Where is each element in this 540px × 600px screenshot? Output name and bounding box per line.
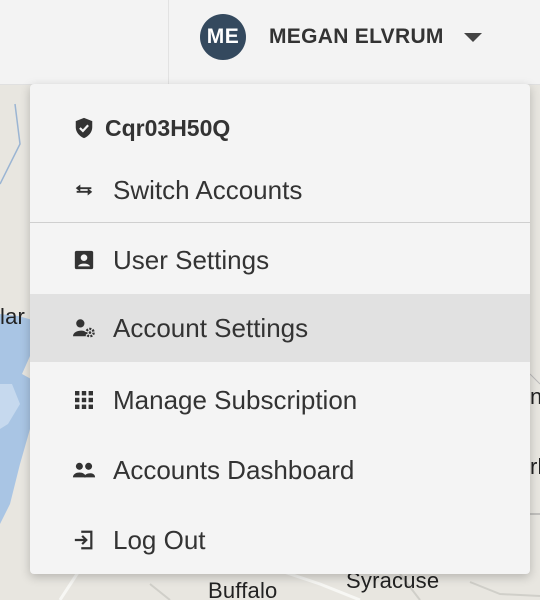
account-id: Cqr03H50Q: [105, 114, 231, 141]
account-settings-label: Account Settings: [113, 312, 309, 343]
avatar: ME: [200, 14, 246, 60]
logout-icon: [72, 528, 96, 552]
map-label-buffalo: Buffalo: [208, 578, 278, 600]
user-gear-icon: [72, 316, 96, 340]
grid-icon: [72, 388, 96, 412]
account-settings-item[interactable]: Account Settings: [30, 294, 530, 362]
switch-accounts-label: Switch Accounts: [113, 174, 303, 205]
verified-shield-icon: [72, 116, 96, 140]
user-dropdown-menu: Cqr03H50Q Switch Accounts User Settings …: [30, 84, 530, 574]
user-card-icon: [72, 248, 96, 272]
topbar-divider: [168, 0, 169, 84]
map-label-city: lar: [0, 304, 26, 329]
user-settings-label: User Settings: [113, 244, 270, 275]
manage-subscription-label: Manage Subscription: [113, 384, 358, 415]
accounts-dashboard-label: Accounts Dashboard: [113, 454, 355, 485]
log-out-item[interactable]: Log Out: [30, 506, 530, 574]
chevron-down-icon: [463, 32, 482, 42]
users-icon: [72, 458, 96, 482]
accounts-dashboard-item[interactable]: Accounts Dashboard: [30, 436, 530, 504]
top-bar: ME MEGAN ELVRUM: [0, 0, 540, 85]
map-label-city: rl: [530, 454, 540, 479]
switch-accounts-item[interactable]: Switch Accounts: [30, 156, 530, 224]
log-out-label: Log Out: [113, 524, 206, 555]
swap-arrows-icon: [72, 178, 96, 202]
menu-divider: [30, 222, 530, 223]
user-menu-toggle[interactable]: ME MEGAN ELVRUM: [200, 14, 482, 60]
current-account: Cqr03H50Q: [30, 94, 530, 162]
manage-subscription-item[interactable]: Manage Subscription: [30, 366, 530, 434]
map-label-city: nt: [530, 384, 540, 409]
user-settings-item[interactable]: User Settings: [30, 226, 530, 294]
user-name: MEGAN ELVRUM: [269, 25, 444, 48]
